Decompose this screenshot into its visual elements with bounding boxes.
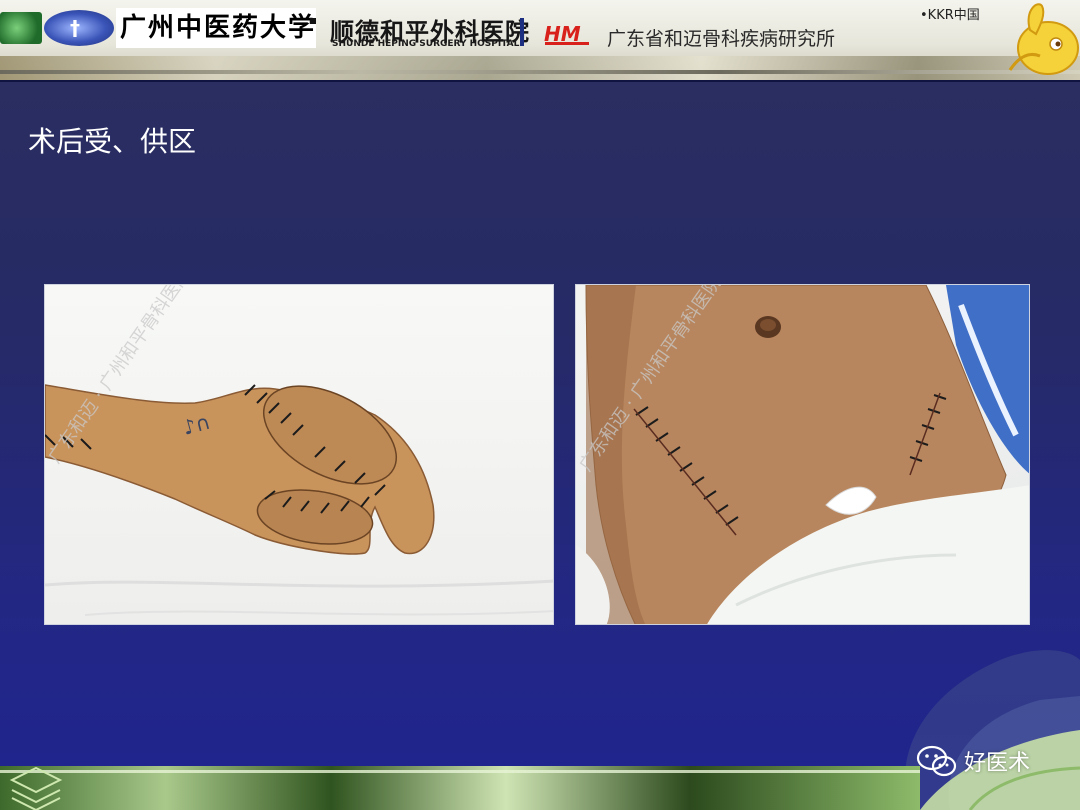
hospital-name-en: SHUNDE HEPING SURGERY HOSPITAL xyxy=(332,39,520,49)
recipient-site-photo: ♪∩ 广东和迈 · 广州和平骨科医院 xyxy=(44,284,554,625)
hm-logo-underline xyxy=(545,42,589,45)
green-emblem-logo xyxy=(0,12,42,44)
wechat-icon xyxy=(916,745,957,777)
footer-decor-stripe xyxy=(0,770,920,773)
donor-site-photo: 广东和迈 · 广州和平骨科医院 xyxy=(575,284,1030,625)
wechat-account-name: 好医术 xyxy=(964,751,1031,776)
slide-title: 术后受、供区 xyxy=(28,125,197,158)
institute-name: 广东省和迈骨科疾病研究所 xyxy=(607,28,836,50)
header-banner: † 广州中医药大学 顺德和平外科医院 SHUNDE HEPING SURGERY… xyxy=(0,0,1080,80)
banner-texture xyxy=(0,56,1080,80)
stacked-layers-icon xyxy=(9,766,63,810)
wechat-source-tag: 好医术 xyxy=(916,742,1030,780)
abdomen-illustration xyxy=(576,285,1029,624)
header-divider xyxy=(0,80,1080,82)
separator-dot xyxy=(310,18,316,24)
globe-logo: † xyxy=(44,10,114,46)
banner-stripe xyxy=(0,70,1080,74)
header-separator xyxy=(520,18,524,46)
university-name: 广州中医药大学 xyxy=(116,8,316,48)
kkr-label: •KKR中国 xyxy=(920,8,980,23)
rabbit-logo-icon xyxy=(1008,3,1079,75)
